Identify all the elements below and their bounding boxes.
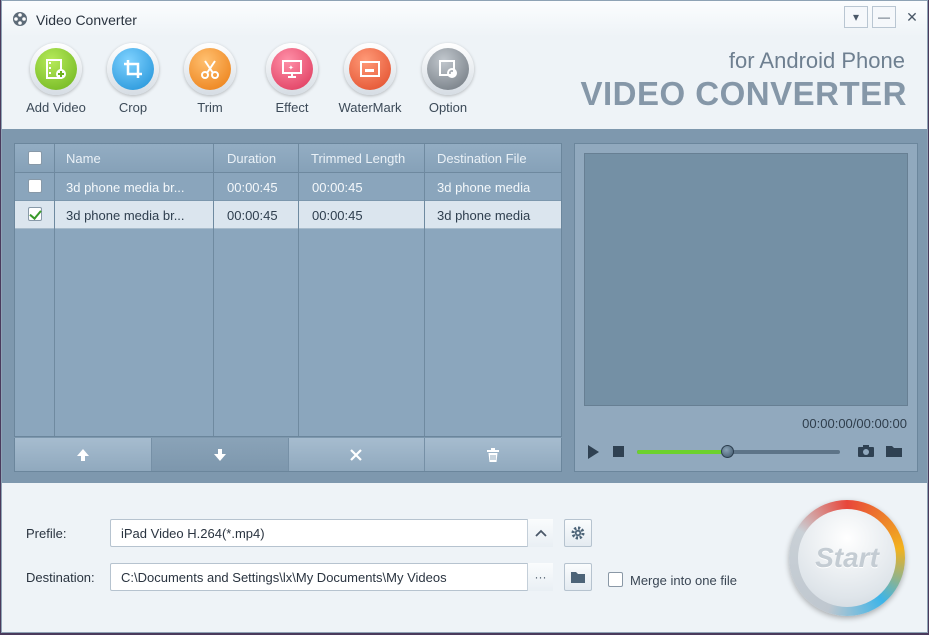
column-header-duration[interactable]: Duration (227, 151, 307, 166)
column-divider (424, 144, 425, 436)
option-label: Option (428, 100, 468, 115)
minimize-button[interactable]: — (872, 6, 896, 28)
arrow-up-icon (76, 448, 89, 461)
folder-icon[interactable] (885, 444, 903, 458)
main-panel: Name Duration Trimmed Length Destination… (2, 129, 927, 483)
table-row[interactable]: 3d phone media br... 00:00:45 00:00:45 3… (15, 173, 561, 201)
timecode: 00:00:00/00:00:00 (802, 416, 907, 431)
start-label: Start (815, 542, 879, 573)
row-checkbox[interactable] (28, 207, 42, 221)
watermark-button[interactable]: WaterMark (332, 43, 408, 115)
settings-panel: Prefile: iPad Video H.264(*.mp4) Destina… (2, 483, 927, 632)
scissors-icon (189, 48, 231, 90)
svg-text:✦: ✦ (288, 64, 294, 72)
preview-panel: 00:00:00/00:00:00 (574, 143, 918, 472)
effect-button[interactable]: ✦ Effect (254, 43, 330, 115)
table-action-bar (14, 438, 562, 472)
move-up-button[interactable] (15, 438, 152, 471)
column-header-name[interactable]: Name (66, 151, 206, 166)
app-window: Video Converter ▾ — ✕ Add Video Crop Tri… (1, 0, 928, 633)
destination-field[interactable]: C:\Documents and Settings\lx\My Document… (110, 563, 553, 591)
profile-label: Prefile: (26, 526, 67, 541)
chevron-up-icon (534, 529, 547, 537)
profile-dropdown-button[interactable] (527, 519, 553, 547)
trim-label: Trim (197, 100, 223, 115)
close-button[interactable]: ✕ (900, 6, 924, 28)
table-row[interactable]: 3d phone media br... 00:00:45 00:00:45 3… (15, 201, 561, 229)
brand-subtitle: for Android Phone (728, 48, 905, 73)
effect-label: Effect (275, 100, 309, 115)
crop-icon-ring (107, 43, 159, 95)
watermark-icon-ring (344, 43, 396, 95)
video-preview (584, 153, 908, 406)
brand-title: VIDEO CONVERTER (580, 75, 907, 112)
seek-progress (637, 450, 728, 454)
play-icon[interactable] (588, 445, 599, 459)
browse-button[interactable]: ··· (527, 563, 553, 591)
profile-settings-button[interactable] (564, 519, 592, 547)
option-button[interactable]: Option (410, 43, 486, 115)
file-table: Name Duration Trimmed Length Destination… (14, 143, 562, 437)
crop-button[interactable]: Crop (95, 43, 171, 115)
column-header-destination-file[interactable]: Destination File (437, 151, 559, 166)
trim-button[interactable]: Trim (172, 43, 248, 115)
row-duration: 00:00:45 (227, 208, 278, 223)
select-all-checkbox[interactable] (28, 151, 42, 165)
row-duration: 00:00:45 (227, 180, 278, 195)
add-video-icon-ring (30, 43, 82, 95)
row-destination: 3d phone media (437, 180, 531, 195)
row-name: 3d phone media br... (66, 180, 185, 195)
gear-icon (571, 526, 585, 540)
table-header: Name Duration Trimmed Length Destination… (15, 144, 561, 173)
crop-label: Crop (118, 100, 148, 115)
browse-label: ··· (534, 570, 547, 584)
row-trimmed-length: 00:00:45 (312, 180, 363, 195)
camera-icon[interactable] (857, 444, 875, 458)
merge-checkbox[interactable] (608, 572, 623, 587)
chevron-down-icon: ▾ (852, 10, 860, 24)
stop-icon[interactable] (613, 446, 624, 457)
folder-icon (571, 571, 585, 583)
film-add-icon (35, 48, 77, 90)
seek-handle[interactable] (721, 445, 734, 458)
profile-select[interactable]: iPad Video H.264(*.mp4) (110, 519, 553, 547)
effect-icon: ✦ (271, 48, 313, 90)
close-icon: ✕ (906, 8, 918, 25)
destination-label: Destination: (26, 570, 95, 585)
column-divider (54, 144, 55, 436)
start-button-face: Start (798, 509, 896, 607)
title-bar: Video Converter ▾ — ✕ (2, 1, 927, 37)
column-divider (298, 144, 299, 436)
profile-value: iPad Video H.264(*.mp4) (121, 526, 265, 541)
arrow-down-icon (213, 448, 226, 461)
move-down-button[interactable] (151, 438, 289, 471)
crop-icon (112, 48, 154, 90)
row-checkbox[interactable] (28, 179, 42, 193)
open-folder-button[interactable] (564, 563, 592, 591)
column-header-trimmed-length[interactable]: Trimmed Length (311, 151, 433, 166)
remove-button[interactable] (288, 438, 426, 471)
effect-icon-ring: ✦ (266, 43, 318, 95)
destination-value: C:\Documents and Settings\lx\My Document… (121, 570, 447, 585)
watermark-label: WaterMark (338, 100, 402, 115)
window-title: Video Converter (36, 12, 137, 28)
trim-icon-ring (184, 43, 236, 95)
row-name: 3d phone media br... (66, 208, 185, 223)
add-video-label: Add Video (26, 100, 86, 115)
dropdown-menu-button[interactable]: ▾ (844, 6, 868, 28)
gear-icon (427, 48, 469, 90)
film-reel-icon (13, 12, 27, 26)
watermark-icon (349, 48, 391, 90)
column-divider (213, 144, 214, 436)
clear-all-button[interactable] (425, 438, 561, 471)
merge-label: Merge into one file (630, 573, 737, 588)
add-video-button[interactable]: Add Video (18, 43, 94, 115)
close-icon (350, 448, 363, 461)
minimize-icon: — (878, 10, 890, 24)
row-trimmed-length: 00:00:45 (312, 208, 363, 223)
trash-icon (487, 447, 500, 462)
row-destination: 3d phone media (437, 208, 531, 223)
option-icon-ring (422, 43, 474, 95)
start-button[interactable]: Start (789, 500, 905, 616)
